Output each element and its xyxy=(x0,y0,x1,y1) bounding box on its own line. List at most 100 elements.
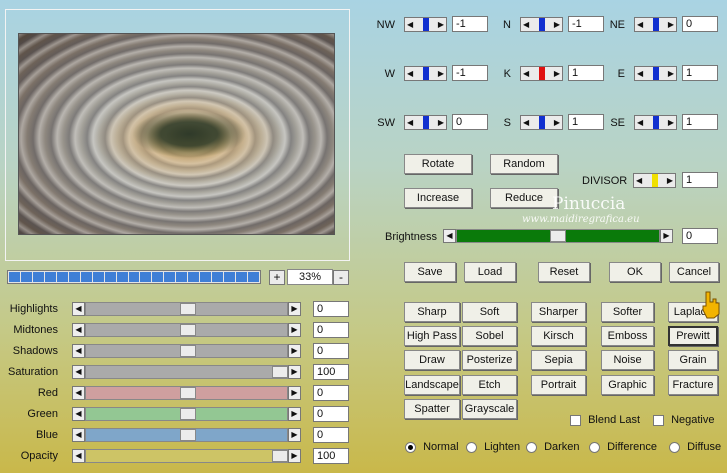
graphic-button[interactable]: Graphic xyxy=(601,375,654,395)
opacity-track[interactable] xyxy=(85,449,288,463)
saturation-right-arrow[interactable]: ▶ xyxy=(288,365,301,379)
cancel-button[interactable]: Cancel xyxy=(669,262,719,282)
ne-spinner[interactable]: ◀ ▶ xyxy=(634,17,677,32)
brightness-left-arrow[interactable]: ◀ xyxy=(443,229,456,243)
blue-left-arrow[interactable]: ◀ xyxy=(72,428,85,442)
divisor-spinner[interactable]: ◀ ▶ xyxy=(633,173,676,188)
green-right-arrow[interactable]: ▶ xyxy=(288,407,301,421)
opacity-thumb[interactable] xyxy=(272,450,288,462)
checkbox-box[interactable] xyxy=(570,414,581,426)
arrow-right-icon[interactable]: ▶ xyxy=(438,69,444,78)
rotate-button[interactable]: Rotate xyxy=(404,154,472,174)
arrow-right-icon[interactable]: ▶ xyxy=(668,20,674,29)
brightness-right-arrow[interactable]: ▶ xyxy=(660,229,673,243)
blend-last-checkbox[interactable]: Blend Last xyxy=(570,414,640,426)
prewitt-button[interactable]: Prewitt xyxy=(668,326,718,346)
portrait-button[interactable]: Portrait xyxy=(531,375,586,395)
midtones-right-arrow[interactable]: ▶ xyxy=(288,323,301,337)
arrow-left-icon[interactable]: ◀ xyxy=(637,69,643,78)
brightness-thumb[interactable] xyxy=(550,230,566,242)
load-button[interactable]: Load xyxy=(464,262,516,282)
red-thumb[interactable] xyxy=(180,387,196,399)
sw-input[interactable]: 0 xyxy=(452,114,488,130)
landscape-button[interactable]: Landscape xyxy=(404,375,460,395)
highlights-input[interactable]: 0 xyxy=(313,301,349,317)
radio-button[interactable] xyxy=(466,441,477,453)
arrow-left-icon[interactable]: ◀ xyxy=(407,20,413,29)
sobel-button[interactable]: Sobel xyxy=(462,326,517,346)
shadows-input[interactable]: 0 xyxy=(313,343,349,359)
random-button[interactable]: Random xyxy=(490,154,558,174)
blend-mode-normal[interactable]: Normal xyxy=(405,441,459,453)
w-spinner[interactable]: ◀ ▶ xyxy=(404,66,447,81)
reduce-button[interactable]: Reduce xyxy=(490,188,558,208)
blend-mode-diffuse[interactable]: Diffuse xyxy=(669,441,721,453)
highlights-left-arrow[interactable]: ◀ xyxy=(72,302,85,316)
ne-input[interactable]: 0 xyxy=(682,16,718,32)
arrow-left-icon[interactable]: ◀ xyxy=(407,118,413,127)
blend-mode-lighten[interactable]: Lighten xyxy=(466,441,520,453)
blend-mode-darken[interactable]: Darken xyxy=(526,441,580,453)
sharp-button[interactable]: Sharp xyxy=(404,302,460,322)
fracture-button[interactable]: Fracture xyxy=(668,375,718,395)
highlights-right-arrow[interactable]: ▶ xyxy=(288,302,301,316)
red-right-arrow[interactable]: ▶ xyxy=(288,386,301,400)
shadows-thumb[interactable] xyxy=(180,345,196,357)
blue-right-arrow[interactable]: ▶ xyxy=(288,428,301,442)
arrow-right-icon[interactable]: ▶ xyxy=(438,118,444,127)
checkbox-box[interactable] xyxy=(653,414,664,426)
saturation-input[interactable]: 100 xyxy=(313,364,349,380)
high-pass-button[interactable]: High Pass xyxy=(404,326,460,346)
blend-mode-difference[interactable]: Difference xyxy=(589,441,657,453)
increase-button[interactable]: Increase xyxy=(404,188,472,208)
posterize-button[interactable]: Posterize xyxy=(462,350,517,370)
arrow-right-icon[interactable]: ▶ xyxy=(554,69,560,78)
radio-button[interactable] xyxy=(526,441,537,453)
save-button[interactable]: Save xyxy=(404,262,456,282)
zoom-in-button[interactable]: + xyxy=(269,270,285,285)
red-input[interactable]: 0 xyxy=(313,385,349,401)
arrow-right-icon[interactable]: ▶ xyxy=(554,118,560,127)
opacity-left-arrow[interactable]: ◀ xyxy=(72,449,85,463)
k-input[interactable]: 1 xyxy=(568,65,604,81)
spatter-button[interactable]: Spatter xyxy=(404,399,460,419)
kirsch-button[interactable]: Kirsch xyxy=(531,326,586,346)
k-spinner[interactable]: ◀ ▶ xyxy=(520,66,563,81)
midtones-thumb[interactable] xyxy=(180,324,196,336)
sw-spinner[interactable]: ◀ ▶ xyxy=(404,115,447,130)
arrow-right-icon[interactable]: ▶ xyxy=(668,69,674,78)
midtones-input[interactable]: 0 xyxy=(313,322,349,338)
grain-button[interactable]: Grain xyxy=(668,350,718,370)
shadows-right-arrow[interactable]: ▶ xyxy=(288,344,301,358)
se-spinner[interactable]: ◀ ▶ xyxy=(634,115,677,130)
radio-button[interactable] xyxy=(669,441,680,453)
saturation-left-arrow[interactable]: ◀ xyxy=(72,365,85,379)
green-left-arrow[interactable]: ◀ xyxy=(72,407,85,421)
etch-button[interactable]: Etch xyxy=(462,375,517,395)
arrow-left-icon[interactable]: ◀ xyxy=(637,20,643,29)
e-spinner[interactable]: ◀ ▶ xyxy=(634,66,677,81)
green-input[interactable]: 0 xyxy=(313,406,349,422)
saturation-track[interactable] xyxy=(85,365,288,379)
softer-button[interactable]: Softer xyxy=(601,302,654,322)
arrow-right-icon[interactable]: ▶ xyxy=(554,20,560,29)
blue-input[interactable]: 0 xyxy=(313,427,349,443)
sharper-button[interactable]: Sharper xyxy=(531,302,586,322)
ok-button[interactable]: OK xyxy=(609,262,661,282)
sepia-button[interactable]: Sepia xyxy=(531,350,586,370)
reset-button[interactable]: Reset xyxy=(538,262,590,282)
nw-spinner[interactable]: ◀ ▶ xyxy=(404,17,447,32)
blue-thumb[interactable] xyxy=(180,429,196,441)
arrow-left-icon[interactable]: ◀ xyxy=(523,118,529,127)
arrow-right-icon[interactable]: ▶ xyxy=(668,118,674,127)
arrow-left-icon[interactable]: ◀ xyxy=(407,69,413,78)
zoom-out-button[interactable]: - xyxy=(333,270,349,285)
divisor-input[interactable]: 1 xyxy=(682,172,718,188)
opacity-right-arrow[interactable]: ▶ xyxy=(288,449,301,463)
opacity-input[interactable]: 100 xyxy=(313,448,349,464)
midtones-left-arrow[interactable]: ◀ xyxy=(72,323,85,337)
emboss-button[interactable]: Emboss xyxy=(601,326,654,346)
w-input[interactable]: -1 xyxy=(452,65,488,81)
se-input[interactable]: 1 xyxy=(682,114,718,130)
arrow-left-icon[interactable]: ◀ xyxy=(523,20,529,29)
